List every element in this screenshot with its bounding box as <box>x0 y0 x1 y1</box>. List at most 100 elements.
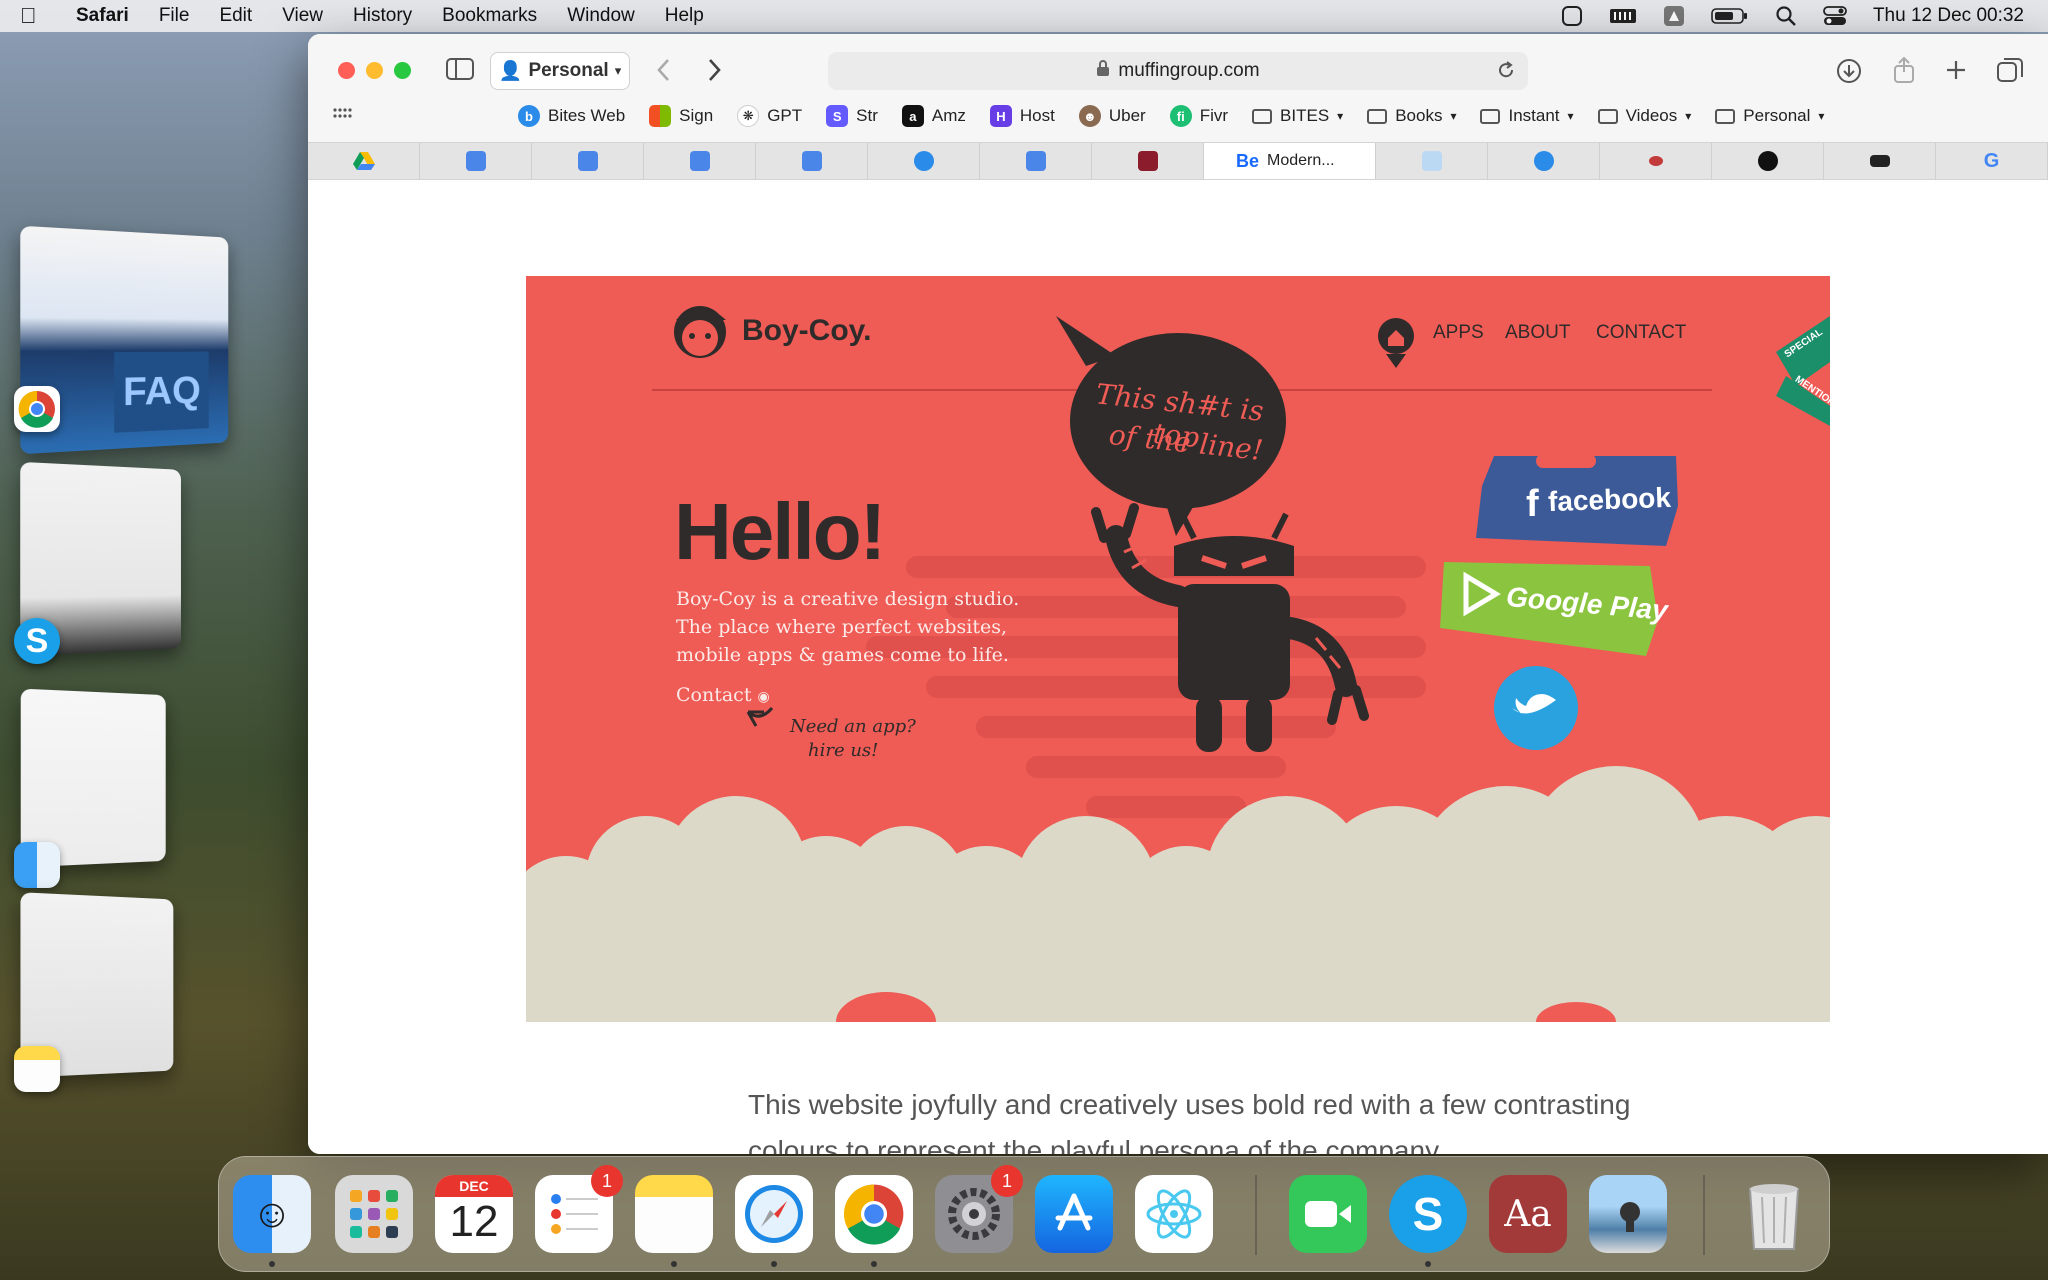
bites-icon <box>913 151 934 171</box>
menu-history[interactable]: History <box>353 5 412 27</box>
dock-launchpad[interactable] <box>335 1175 413 1253</box>
bookmark-label: Bites Web <box>548 106 626 125</box>
forward-arrow-icon[interactable] <box>704 56 724 89</box>
dock-calendar[interactable]: DEC 12 <box>435 1175 513 1253</box>
spotlight-search-icon[interactable] <box>1775 5 1797 27</box>
tab-motorbike[interactable] <box>1824 143 1936 179</box>
bookmark-fivr[interactable]: fi Fivr <box>1169 105 1229 127</box>
tab-abm[interactable] <box>1092 143 1204 179</box>
bookmark-gpt[interactable]: ❋ GPT <box>737 105 802 127</box>
menu-view[interactable]: View <box>282 5 323 27</box>
stage-manager-icon[interactable] <box>1561 5 1583 27</box>
bookmark-label: Host <box>1019 106 1055 125</box>
tab-dark-site[interactable] <box>1712 143 1824 179</box>
nav-apps[interactable]: APPS <box>1433 322 1484 344</box>
stage-skype-icon[interactable]: S <box>14 618 60 664</box>
tab-google-drive[interactable] <box>308 143 420 179</box>
safari-window: 👤 Personal ▾ muffingroup.com b Bites Web … <box>308 34 2048 1154</box>
tab-bites-1[interactable] <box>868 143 980 179</box>
tab-grid[interactable] <box>1376 143 1488 179</box>
stage-thumbnail-finder[interactable] <box>20 688 166 868</box>
boycoy-logo-text[interactable]: Boy-Coy. <box>742 314 871 348</box>
dock-safari[interactable] <box>735 1175 813 1267</box>
stage-finder-icon[interactable] <box>14 842 60 888</box>
tab-overview-icon[interactable] <box>1996 56 2024 89</box>
bookmark-folder-videos[interactable]: Videos ▾ <box>1597 106 1691 126</box>
dock-skype[interactable]: S <box>1389 1175 1467 1267</box>
google-drive-icon <box>352 152 375 170</box>
settings-badge: 1 <box>991 1165 1023 1197</box>
close-window-button[interactable] <box>338 62 355 79</box>
dock-notes[interactable] <box>635 1175 713 1267</box>
minimize-window-button[interactable] <box>366 62 383 79</box>
downloads-icon[interactable] <box>1836 58 1862 89</box>
nav-contact[interactable]: CONTACT <box>1596 322 1686 344</box>
bookmark-bites-web[interactable]: b Bites Web <box>518 105 625 127</box>
battery-icon[interactable] <box>1711 6 1749 26</box>
bookmark-folder-personal[interactable]: Personal ▾ <box>1715 106 1824 126</box>
menu-edit[interactable]: Edit <box>219 5 252 27</box>
memory-icon[interactable] <box>1609 6 1637 26</box>
tab-google-doc-1[interactable] <box>420 143 532 179</box>
dock-preview[interactable] <box>1589 1175 1667 1253</box>
tab-google-doc-2[interactable] <box>532 143 644 179</box>
tab-google-doc-3[interactable] <box>644 143 756 179</box>
bookmark-sign[interactable]: Sign <box>649 105 713 127</box>
bookmark-label: Sign <box>679 106 714 125</box>
share-icon[interactable] <box>1892 56 1916 89</box>
dock-system-settings[interactable]: 1 <box>935 1165 1023 1253</box>
control-center-icon[interactable] <box>1823 5 1847 27</box>
dock-react-devtools[interactable] <box>1135 1175 1213 1253</box>
home-pin-icon <box>1378 318 1414 368</box>
apps-grid-icon[interactable] <box>332 104 352 129</box>
address-bar[interactable]: muffingroup.com <box>828 52 1528 90</box>
new-tab-icon[interactable] <box>1944 58 1968 87</box>
hero-contact-link[interactable]: Contact ◉ <box>676 684 770 706</box>
menu-help[interactable]: Help <box>665 5 704 27</box>
reminders-icon <box>551 1194 598 1234</box>
nav-about[interactable]: ABOUT <box>1505 322 1570 344</box>
tab-bites-2[interactable] <box>1488 143 1600 179</box>
hero-intro-line-3: mobile apps & games come to life. <box>676 644 1009 666</box>
bookmark-amz[interactable]: a Amz <box>901 105 966 127</box>
drive-icon[interactable] <box>1663 5 1685 27</box>
tab-google-doc-4[interactable] <box>756 143 868 179</box>
tab-google[interactable]: G <box>1936 143 2048 179</box>
dock-chrome[interactable] <box>835 1175 913 1267</box>
tab-google-doc-5[interactable] <box>980 143 1092 179</box>
menu-app-safari[interactable]: Safari <box>76 5 129 27</box>
dock-reminders[interactable]: 1 <box>535 1165 623 1253</box>
profile-button[interactable]: 👤 Personal ▾ <box>490 52 630 90</box>
bookmark-folder-instant[interactable]: Instant ▾ <box>1480 106 1574 126</box>
bookmark-uber[interactable]: ☻ Uber <box>1078 105 1146 127</box>
dock-app-store[interactable] <box>1035 1175 1113 1253</box>
dock-separator <box>1255 1175 1257 1255</box>
reload-icon[interactable] <box>1496 60 1516 86</box>
folder-icon <box>1480 108 1501 124</box>
menu-file[interactable]: File <box>159 5 190 27</box>
bookmark-str[interactable]: S Str <box>826 105 878 127</box>
stage-chrome-icon[interactable] <box>14 386 60 432</box>
back-arrow-icon[interactable] <box>654 56 674 89</box>
bookmark-label: Fivr <box>1199 106 1229 125</box>
contact-link-label: Contact <box>676 684 752 706</box>
dock-finder[interactable]: ☺ <box>233 1175 311 1267</box>
apple-menu-icon[interactable]:  <box>20 3 58 29</box>
menubar-clock[interactable]: Thu 12 Dec 00:32 <box>1873 5 2024 27</box>
dock-trash[interactable] <box>1735 1175 1813 1253</box>
bookmark-host[interactable]: H Host <box>989 105 1055 127</box>
zoom-window-button[interactable] <box>394 62 411 79</box>
dock-facetime[interactable] <box>1289 1175 1367 1253</box>
tab-red-bird[interactable] <box>1600 143 1712 179</box>
stage-notes-icon[interactable] <box>14 1046 60 1092</box>
menu-bookmarks[interactable]: Bookmarks <box>442 5 537 27</box>
sidebar-toggle-icon[interactable] <box>446 58 474 85</box>
google-docs-icon <box>465 151 486 171</box>
dock-dictionary[interactable]: Aa <box>1489 1175 1567 1253</box>
bookmark-folder-books[interactable]: Books ▾ <box>1367 106 1456 126</box>
running-indicator <box>671 1261 677 1267</box>
grid-site-icon <box>1421 151 1442 171</box>
menu-window[interactable]: Window <box>567 5 635 27</box>
bookmark-folder-bites[interactable]: BITES ▾ <box>1252 106 1343 126</box>
tab-behance-active[interactable]: Be Modern... <box>1204 143 1376 179</box>
